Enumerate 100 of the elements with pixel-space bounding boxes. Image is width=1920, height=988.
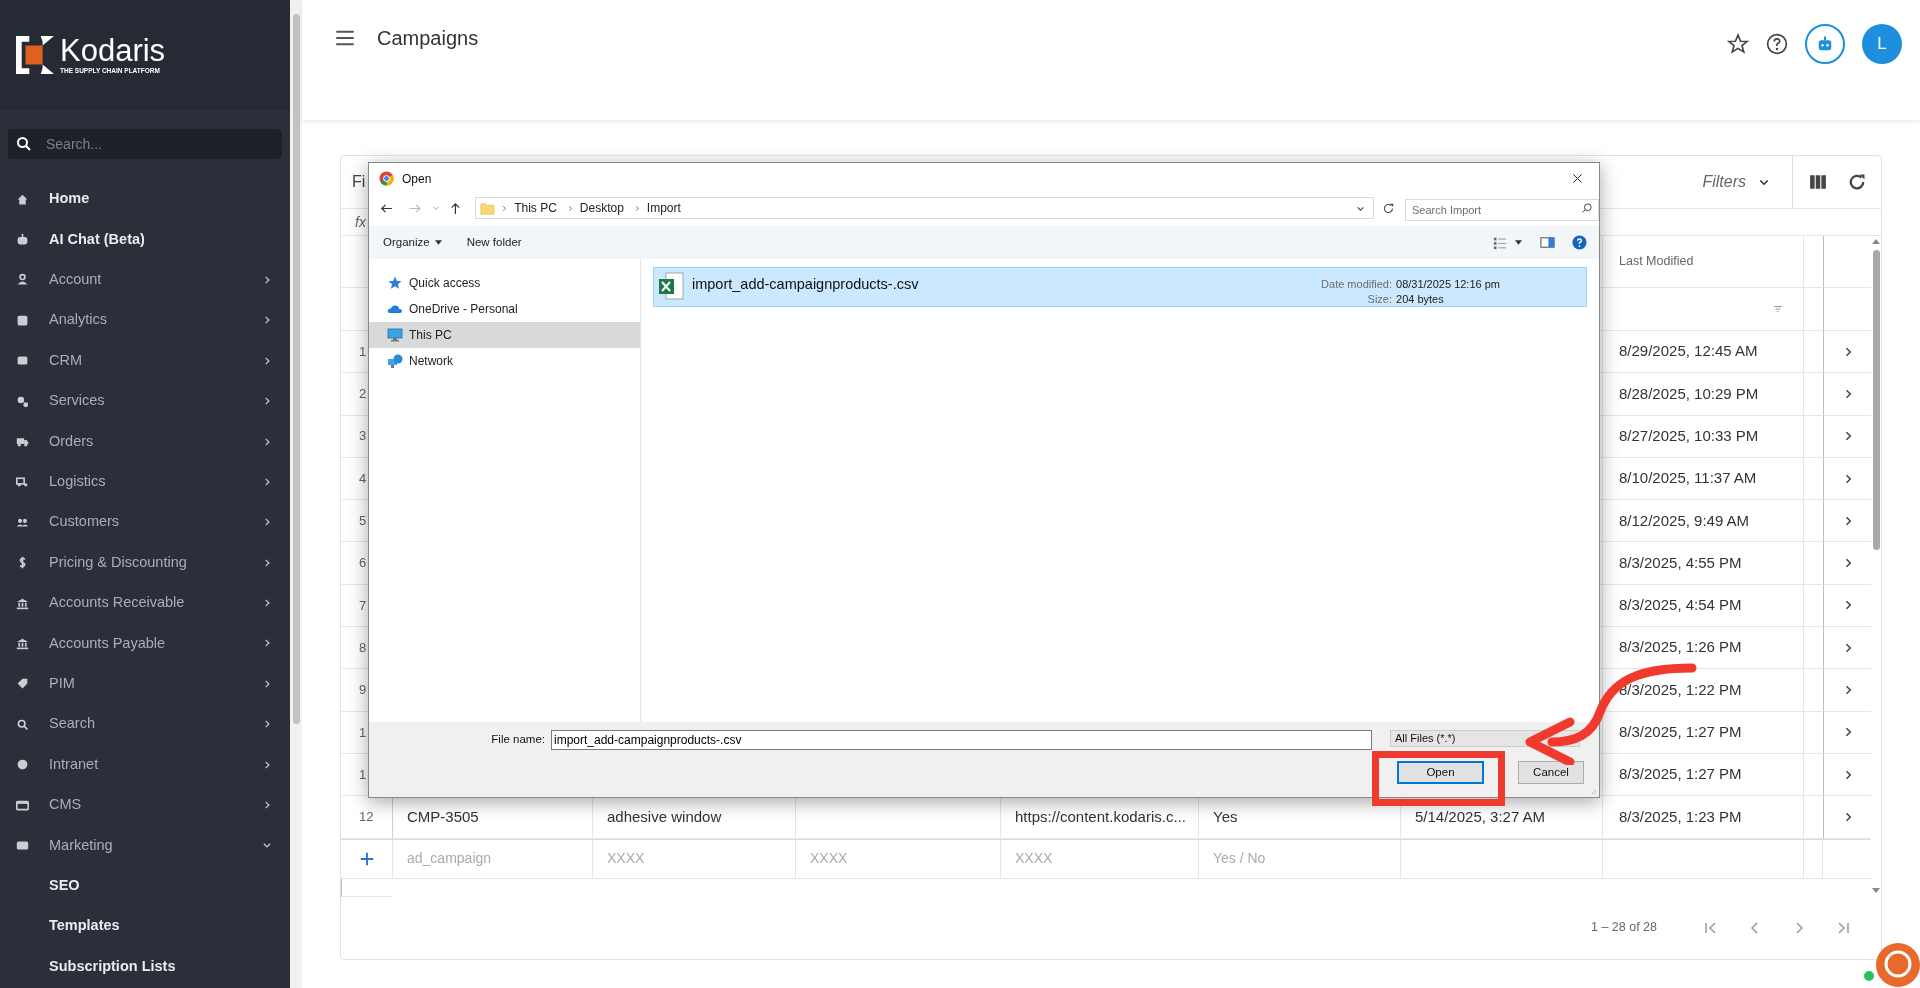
table-title: Fi bbox=[352, 172, 366, 192]
table-cell-text: 8/12/2025, 9:49 AM bbox=[1619, 510, 1750, 531]
sidebar-item[interactable]: Accounts Payable bbox=[0, 623, 290, 664]
sidebar-item[interactable]: CMS bbox=[0, 784, 290, 826]
column-header[interactable]: Last Modified bbox=[1619, 252, 1694, 271]
table-cell-text: 8/3/2025, 1:27 PM bbox=[1619, 764, 1742, 785]
sidebar-scrollbar[interactable] bbox=[290, 0, 302, 988]
table-cell-text: 8/10/2025, 11:37 AM bbox=[1619, 468, 1757, 489]
caret-icon bbox=[434, 240, 442, 245]
add-row-button[interactable] bbox=[359, 851, 374, 866]
table-cell-text: 8/3/2025, 1:26 PM bbox=[1619, 637, 1742, 658]
help-icon bbox=[1766, 33, 1788, 55]
table-cell-text: adhesive window bbox=[607, 806, 722, 827]
table-cell-text: 8/27/2025, 10:33 PM bbox=[1619, 426, 1759, 446]
sidebar-item[interactable]: Subscription Lists bbox=[0, 946, 290, 987]
row-number: 12 bbox=[359, 808, 374, 827]
sidebar-item[interactable]: Logistics bbox=[0, 461, 290, 503]
table-cell-text: Yes bbox=[1213, 806, 1238, 827]
breadcrumb-item[interactable]: Desktop bbox=[579, 199, 628, 217]
organize-button[interactable]: Organize bbox=[383, 233, 442, 252]
chevron-right-icon bbox=[262, 638, 272, 649]
pagination-label: 1 – 28 of 28 bbox=[1590, 919, 1657, 937]
sidebar-item[interactable]: SEO bbox=[0, 865, 290, 907]
logo-icon bbox=[16, 36, 54, 74]
monitor-icon bbox=[387, 327, 403, 343]
filter-icon bbox=[1771, 304, 1785, 314]
breadcrumb-separator-icon bbox=[633, 203, 641, 213]
network-icon bbox=[387, 353, 403, 369]
help-icon bbox=[1572, 235, 1587, 250]
file-name-label: File name: bbox=[490, 732, 546, 748]
new-folder-button[interactable]: New folder bbox=[466, 233, 522, 252]
chevron-right-icon bbox=[262, 274, 272, 285]
sidebar-item[interactable]: Pricing & Discounting bbox=[0, 542, 290, 583]
detail-label: Date modified: bbox=[1321, 277, 1392, 292]
browser-icon bbox=[16, 798, 29, 812]
navigation-item[interactable]: OneDrive - Personal bbox=[369, 296, 640, 322]
gears-icon bbox=[16, 394, 29, 408]
sidebar-item[interactable]: CRM bbox=[0, 340, 290, 381]
sidebar-item[interactable]: Marketing bbox=[0, 825, 290, 866]
truck-icon bbox=[16, 435, 29, 449]
sidebar-item[interactable]: Search bbox=[0, 704, 290, 745]
sidebar-item[interactable]: Templates bbox=[0, 906, 290, 947]
detail-value: 08/31/2025 12:16 pm bbox=[1396, 277, 1500, 292]
chevron-right-icon bbox=[262, 719, 272, 730]
open-button[interactable]: Open bbox=[1397, 761, 1484, 784]
row-number: 1 bbox=[359, 765, 367, 784]
spreadsheet-file-icon bbox=[658, 272, 684, 300]
search-field[interactable]: Search... bbox=[8, 129, 282, 159]
sidebar-item[interactable]: Customers bbox=[0, 502, 290, 543]
chat-widget-icon[interactable] bbox=[1862, 940, 1920, 988]
breadcrumb-separator-icon bbox=[501, 203, 509, 213]
file-name-field[interactable]: import_add-campaignproducts-.csv bbox=[551, 730, 1372, 750]
table-cell-text: 8/29/2025, 12:45 AM bbox=[1619, 341, 1758, 362]
assistant-button[interactable] bbox=[1805, 24, 1845, 64]
caret-icon bbox=[1515, 240, 1522, 245]
breadcrumb-item[interactable]: Import bbox=[646, 199, 685, 217]
row-number: 8 bbox=[359, 638, 367, 657]
chevron-right-icon bbox=[262, 355, 272, 366]
refresh-icon bbox=[1847, 172, 1867, 192]
row-number: 4 bbox=[359, 469, 367, 488]
sidebar-item[interactable]: Accounts Receivable bbox=[0, 582, 290, 624]
breadcrumb-item[interactable]: This PC bbox=[514, 199, 561, 217]
table-cell-text: 8/3/2025, 1:27 PM bbox=[1619, 722, 1742, 743]
sidebar-item[interactable]: Analytics bbox=[0, 300, 290, 341]
address-bar[interactable]: This PC Desktop Import bbox=[475, 197, 1375, 219]
chevron-right-icon bbox=[262, 315, 272, 326]
plus-icon bbox=[359, 851, 374, 866]
sidebar-item[interactable]: Orders bbox=[0, 421, 290, 462]
chevron-right-icon bbox=[262, 517, 272, 528]
last-page-icon bbox=[1835, 919, 1851, 936]
truck-icon bbox=[16, 475, 29, 489]
sidebar-item[interactable]: PIM bbox=[0, 663, 290, 705]
navigation-item[interactable]: Quick access bbox=[369, 270, 640, 296]
row-number: 1 bbox=[359, 342, 367, 361]
star-icon bbox=[387, 275, 403, 291]
breadcrumb-separator-icon bbox=[566, 203, 574, 213]
close-icon bbox=[1570, 172, 1584, 185]
cancel-button[interactable]: Cancel bbox=[1518, 761, 1584, 784]
navigation-item[interactable]: This PC bbox=[369, 322, 640, 348]
sidebar-item[interactable]: Intranet bbox=[0, 744, 290, 785]
user-avatar[interactable]: L bbox=[1862, 24, 1902, 64]
star-icon bbox=[1727, 33, 1749, 55]
first-page-icon bbox=[1703, 919, 1719, 936]
sidebar-item[interactable]: Account bbox=[0, 259, 290, 301]
table-cell-text: 8/28/2025, 10:29 PM bbox=[1619, 383, 1759, 404]
search-field[interactable]: Search Import bbox=[1405, 199, 1599, 221]
chevron-right-icon bbox=[262, 598, 272, 609]
sidebar-item[interactable]: Services bbox=[0, 380, 290, 422]
table-cell-text: 5/14/2025, 3:27 AM bbox=[1415, 806, 1546, 827]
navigation-item[interactable]: Network bbox=[369, 348, 640, 374]
sidebar-item[interactable]: Home bbox=[0, 179, 290, 220]
filters-dropdown[interactable]: Filters bbox=[1702, 156, 1793, 208]
sidebar-item[interactable]: AI Chat (Beta) bbox=[0, 219, 290, 260]
view-options-icon bbox=[1493, 235, 1507, 250]
chevron-right-icon bbox=[262, 476, 272, 487]
file-row[interactable]: import_add-campaignproducts-.csv Date modified: 08/31/2025 12:16 pm Size: 204 bytes bbox=[653, 267, 1587, 307]
detail-value: 204 bytes bbox=[1396, 292, 1445, 307]
logo-name: Kodaris bbox=[60, 35, 166, 67]
refresh-icon bbox=[1382, 201, 1395, 215]
row-number: 6 bbox=[359, 554, 367, 573]
